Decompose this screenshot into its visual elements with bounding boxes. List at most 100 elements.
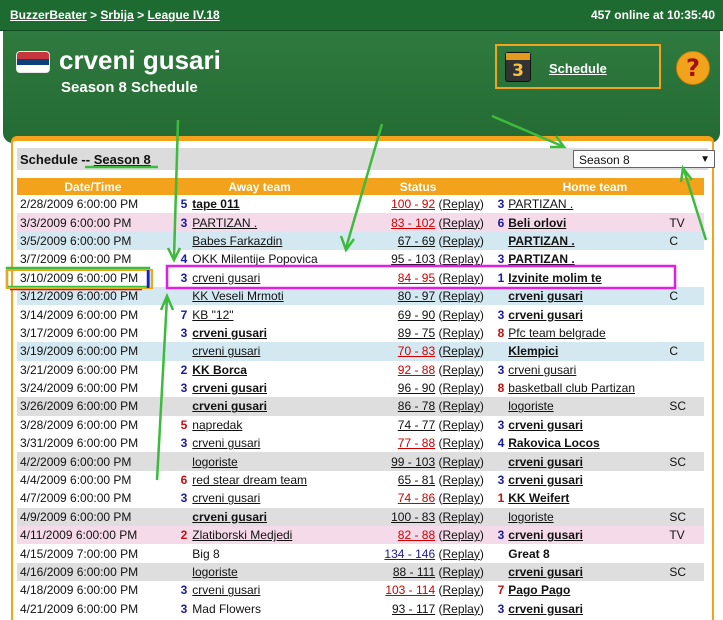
score-link[interactable]: 95 - 103 — [391, 252, 435, 266]
replay-link[interactable]: (Replay) — [435, 583, 483, 597]
replay-link[interactable]: (Replay) — [435, 289, 483, 303]
home-team-link[interactable]: Pfc team belgrade — [508, 326, 605, 340]
home-team-link[interactable]: Great 8 — [508, 547, 549, 561]
home-team-link[interactable]: PARTIZAN . — [508, 252, 574, 266]
replay-link[interactable]: (Replay) — [435, 308, 483, 322]
away-team-link[interactable]: KK Borca — [192, 363, 247, 377]
home-team-link[interactable]: Klempici — [508, 344, 558, 358]
away-team-link[interactable]: Big 8 — [192, 547, 219, 561]
score-link[interactable]: 92 - 88 — [398, 363, 435, 377]
replay-label[interactable]: Replay — [442, 216, 479, 230]
score-link[interactable]: 134 - 146 — [384, 547, 435, 561]
home-team-link[interactable]: crveni gusari — [508, 455, 583, 469]
replay-link[interactable]: (Replay) — [435, 565, 483, 579]
away-team-link[interactable]: OKK Milentije Popovica — [192, 252, 317, 266]
score-link[interactable]: 69 - 90 — [398, 308, 435, 322]
replay-label[interactable]: Replay — [442, 197, 479, 211]
replay-link[interactable]: (Replay) — [435, 602, 483, 616]
away-team-link[interactable]: crveni gusari — [192, 436, 260, 450]
replay-link[interactable]: (Replay) — [435, 363, 483, 377]
replay-label[interactable]: Replay — [442, 271, 479, 285]
away-team-link[interactable]: crveni gusari — [192, 583, 260, 597]
home-team-link[interactable]: Rakovica Locos — [508, 436, 599, 450]
replay-link[interactable]: (Replay) — [435, 528, 483, 542]
score-link[interactable]: 89 - 75 — [398, 326, 435, 340]
replay-label[interactable]: Replay — [442, 455, 479, 469]
home-team-link[interactable]: crveni gusari — [508, 418, 583, 432]
home-team-link[interactable]: KK Weifert — [508, 491, 569, 505]
score-link[interactable]: 83 - 102 — [391, 216, 435, 230]
replay-link[interactable]: (Replay) — [435, 455, 483, 469]
replay-link[interactable]: (Replay) — [435, 326, 483, 340]
home-team-link[interactable]: crveni gusari — [508, 473, 583, 487]
replay-label[interactable]: Replay — [442, 418, 479, 432]
score-link[interactable]: 70 - 83 — [398, 344, 435, 358]
score-link[interactable]: 65 - 81 — [398, 473, 435, 487]
away-team-link[interactable]: KK Veseli Mrmoti — [192, 289, 283, 303]
replay-label[interactable]: Replay — [442, 326, 479, 340]
breadcrumb-link-home[interactable]: BuzzerBeater — [10, 8, 87, 22]
replay-label[interactable]: Replay — [442, 234, 479, 248]
replay-label[interactable]: Replay — [442, 252, 479, 266]
replay-link[interactable]: (Replay) — [435, 344, 483, 358]
home-team-link[interactable]: basketball club Partizan — [508, 381, 635, 395]
home-team-link[interactable]: Beli orlovi — [508, 216, 566, 230]
help-icon[interactable]: ? — [676, 51, 710, 85]
away-team-link[interactable]: PARTIZAN . — [192, 216, 257, 230]
score-link[interactable]: 82 - 88 — [398, 528, 435, 542]
replay-link[interactable]: (Replay) — [435, 216, 483, 230]
score-link[interactable]: 100 - 83 — [391, 510, 435, 524]
replay-label[interactable]: Replay — [442, 491, 479, 505]
score-link[interactable]: 67 - 69 — [398, 234, 435, 248]
score-link[interactable]: 80 - 97 — [398, 289, 435, 303]
away-team-link[interactable]: crveni gusari — [192, 399, 267, 413]
away-team-link[interactable]: crveni gusari — [192, 326, 267, 340]
away-team-link[interactable]: crveni gusari — [192, 381, 267, 395]
away-team-link[interactable]: crveni gusari — [192, 344, 260, 358]
home-team-link[interactable]: crveni gusari — [508, 289, 583, 303]
score-link[interactable]: 74 - 77 — [398, 418, 435, 432]
replay-link[interactable]: (Replay) — [435, 547, 483, 561]
replay-link[interactable]: (Replay) — [435, 252, 483, 266]
home-team-link[interactable]: Izvinite molim te — [508, 271, 601, 285]
schedule-link[interactable]: Schedule — [549, 61, 607, 76]
replay-link[interactable]: (Replay) — [435, 234, 483, 248]
replay-label[interactable]: Replay — [442, 583, 479, 597]
away-team-link[interactable]: Mad Flowers — [192, 602, 261, 616]
away-team-link[interactable]: logoriste — [192, 455, 237, 469]
replay-link[interactable]: (Replay) — [435, 473, 483, 487]
replay-link[interactable]: (Replay) — [435, 491, 483, 505]
away-team-link[interactable]: tape 011 — [192, 197, 239, 211]
replay-label[interactable]: Replay — [442, 510, 479, 524]
replay-label[interactable]: Replay — [442, 602, 479, 616]
breadcrumb-link-country[interactable]: Srbija — [100, 8, 133, 22]
away-team-link[interactable]: napredak — [192, 418, 242, 432]
score-link[interactable]: 86 - 78 — [398, 399, 435, 413]
score-link[interactable]: 84 - 95 — [398, 271, 435, 285]
away-team-link[interactable]: crveni gusari — [192, 510, 267, 524]
away-team-link[interactable]: logoriste — [192, 565, 237, 579]
away-team-link[interactable]: Babes Farkazdin — [192, 234, 282, 248]
replay-label[interactable]: Replay — [442, 473, 479, 487]
home-team-link[interactable]: crveni gusari — [508, 308, 583, 322]
score-link[interactable]: 96 - 90 — [398, 381, 435, 395]
replay-label[interactable]: Replay — [442, 547, 479, 561]
replay-label[interactable]: Replay — [442, 363, 479, 377]
replay-label[interactable]: Replay — [442, 565, 479, 579]
score-link[interactable]: 93 - 117 — [392, 602, 435, 616]
replay-link[interactable]: (Replay) — [435, 399, 483, 413]
replay-label[interactable]: Replay — [442, 436, 479, 450]
home-team-link[interactable]: crveni gusari — [508, 528, 583, 542]
away-team-link[interactable]: crveni gusari — [192, 491, 260, 505]
away-team-link[interactable]: KB "12" — [192, 308, 233, 322]
replay-link[interactable]: (Replay) — [435, 510, 483, 524]
score-link[interactable]: 88 - 111 — [393, 565, 435, 579]
replay-label[interactable]: Replay — [442, 528, 479, 542]
replay-label[interactable]: Replay — [442, 381, 479, 395]
home-team-link[interactable]: crveni gusari — [508, 602, 583, 616]
home-team-link[interactable]: logoriste — [508, 510, 553, 524]
season-select[interactable]: Season 8 ▼ — [573, 150, 715, 168]
home-team-link[interactable]: crveni gusari — [508, 363, 576, 377]
replay-label[interactable]: Replay — [442, 308, 479, 322]
replay-link[interactable]: (Replay) — [435, 197, 483, 211]
